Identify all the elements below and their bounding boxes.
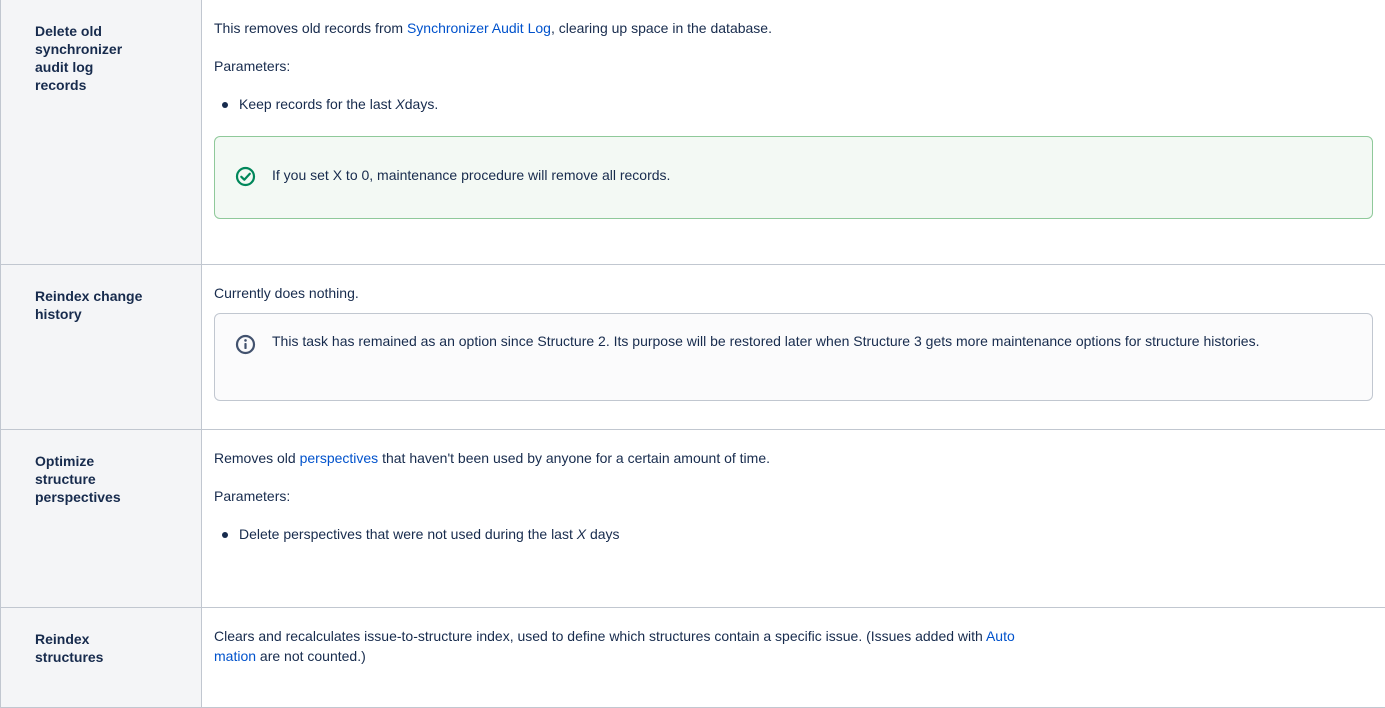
- info-panel-text: This task has remained as an option sinc…: [272, 331, 1332, 351]
- table-row: Delete old synchronizer audit log record…: [1, 0, 1385, 265]
- table-row: Optimize structure perspectives Removes …: [1, 430, 1385, 608]
- bullet-text: Delete perspectives that were not used d…: [239, 526, 577, 542]
- row-header-cell: Optimize structure perspectives: [1, 430, 202, 608]
- automation-link-part[interactable]: Auto: [986, 628, 1015, 644]
- description-text: This removes old records from: [214, 20, 407, 36]
- row-description: Clears and recalculates issue-to-structu…: [214, 626, 1357, 666]
- tip-panel: If you set X to 0, maintenance procedure…: [214, 136, 1373, 219]
- tip-panel-text: If you set X to 0, maintenance procedure…: [272, 165, 1332, 185]
- perspectives-link[interactable]: perspectives: [300, 450, 379, 466]
- row-title: Reindex change history: [1, 265, 177, 335]
- row-header-cell: Reindex structures: [1, 608, 202, 708]
- check-circle-icon: [235, 166, 256, 187]
- row-header-cell: Reindex change history: [1, 265, 202, 430]
- variable-x: X: [395, 96, 404, 112]
- bullet-text: Keep records for the last: [239, 96, 395, 112]
- row-body-cell: Clears and recalculates issue-to-structu…: [202, 608, 1385, 708]
- row-body-cell: Currently does nothing. This task has re…: [202, 265, 1385, 430]
- description-text: that haven't been used by anyone for a c…: [378, 450, 770, 466]
- list-item: Keep records for the last Xdays.: [214, 94, 1385, 114]
- description-text: Removes old: [214, 450, 300, 466]
- parameters-label: Parameters:: [214, 486, 1385, 506]
- bullet-text: days.: [405, 96, 438, 112]
- row-description: Removes old perspectives that haven't be…: [214, 448, 1385, 468]
- variable-x: X: [577, 526, 586, 542]
- bullet-text: days: [586, 526, 619, 542]
- description-text: , clearing up space in the database.: [551, 20, 772, 36]
- table-row: Reindex structures Clears and recalculat…: [1, 608, 1385, 708]
- info-panel: This task has remained as an option sinc…: [214, 313, 1373, 401]
- info-circle-icon: [235, 334, 256, 355]
- row-title: Reindex structures: [1, 608, 157, 678]
- maintenance-tasks-table: Delete old synchronizer audit log record…: [0, 0, 1385, 708]
- description-text: are not counted.): [256, 648, 366, 664]
- row-body-cell: Removes old perspectives that haven't be…: [202, 430, 1385, 608]
- description-text: Clears and recalculates issue-to-structu…: [214, 628, 986, 644]
- row-header-cell: Delete old synchronizer audit log record…: [1, 0, 202, 265]
- automation-link-part[interactable]: mation: [214, 648, 256, 664]
- list-item: Delete perspectives that were not used d…: [214, 524, 1385, 544]
- row-body-cell: This removes old records from Synchroniz…: [202, 0, 1385, 265]
- synchronizer-audit-log-link[interactable]: Synchronizer Audit Log: [407, 20, 551, 36]
- parameter-list: Keep records for the last Xdays.: [214, 94, 1385, 114]
- parameters-label: Parameters:: [214, 56, 1385, 76]
- row-title: Delete old synchronizer audit log record…: [1, 0, 157, 106]
- row-description: Currently does nothing.: [214, 283, 1385, 303]
- table-row: Reindex change history Currently does no…: [1, 265, 1385, 430]
- row-title: Optimize structure perspectives: [1, 430, 157, 518]
- row-description: This removes old records from Synchroniz…: [214, 18, 1385, 38]
- parameter-list: Delete perspectives that were not used d…: [214, 524, 1385, 544]
